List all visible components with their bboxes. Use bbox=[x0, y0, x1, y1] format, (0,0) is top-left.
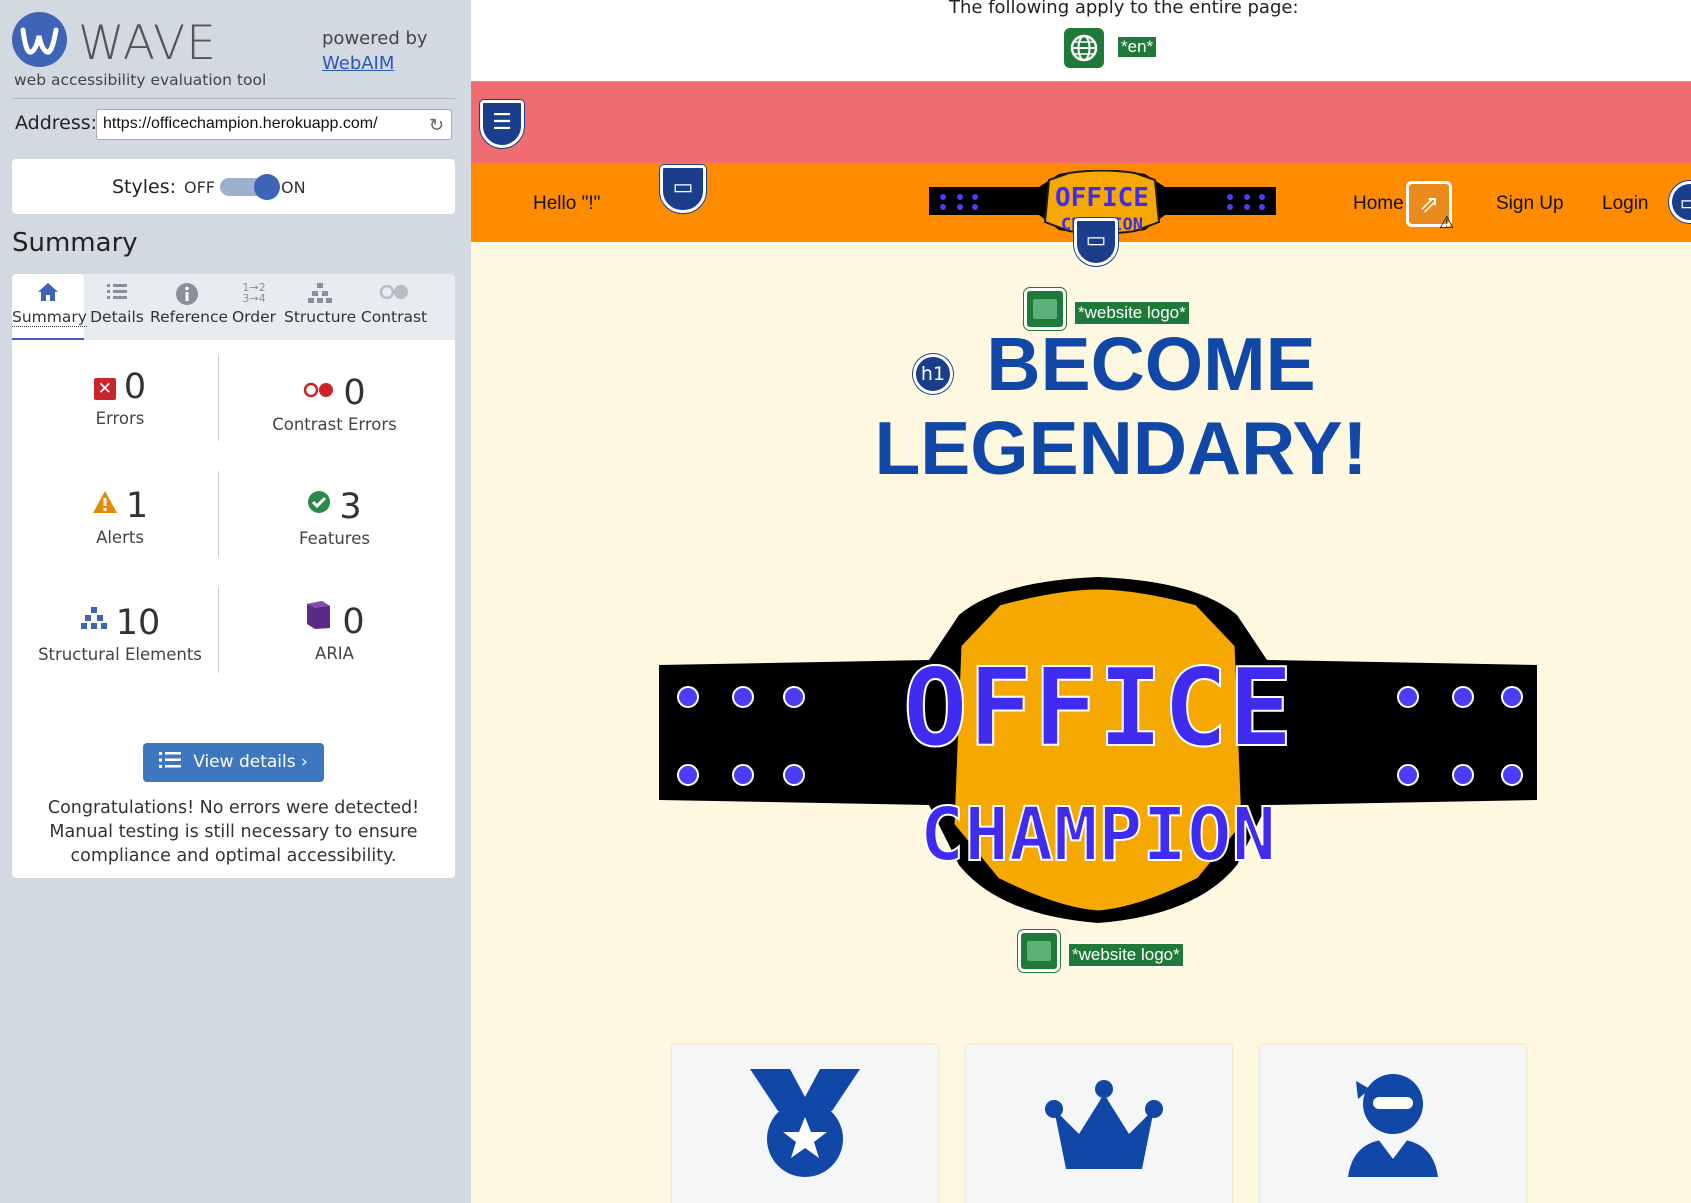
list-icon bbox=[86, 274, 148, 308]
tab-reference[interactable]: Reference bbox=[150, 274, 228, 340]
nav-home-link[interactable]: Home bbox=[1353, 193, 1404, 215]
tab-label: Reference bbox=[150, 308, 229, 326]
language-feature-icon[interactable] bbox=[1064, 28, 1104, 68]
hero-line-2: LEGENDARY! bbox=[874, 406, 1368, 490]
address-value: https://officechampion.herokuapp.com/ bbox=[103, 115, 378, 132]
contrast-errors-count: 0 bbox=[343, 373, 366, 413]
tab-label: Contrast bbox=[360, 308, 428, 326]
address-input[interactable]: https://officechampion.herokuapp.com/ ↻ bbox=[96, 109, 452, 140]
styles-toggle[interactable] bbox=[220, 174, 280, 200]
divider bbox=[218, 587, 219, 673]
tab-summary[interactable]: Summary bbox=[12, 274, 87, 340]
wave-logo-text: WAVE bbox=[78, 16, 217, 71]
styles-off-label: OFF bbox=[184, 178, 215, 197]
tab-label: Details bbox=[90, 308, 144, 326]
image-feature-icon[interactable] bbox=[1018, 930, 1060, 972]
wave-logo-icon bbox=[12, 12, 67, 67]
stat-features[interactable]: 3 Features bbox=[222, 483, 447, 548]
divider bbox=[12, 98, 455, 99]
features-count: 3 bbox=[339, 487, 362, 527]
tab-label: Summary bbox=[12, 308, 87, 327]
nav-hello: Hello "!" bbox=[533, 193, 601, 214]
stat-errors[interactable]: ✕ 0 Errors bbox=[20, 367, 220, 428]
alert-icon bbox=[92, 483, 118, 523]
aria-count: 0 bbox=[342, 602, 365, 642]
errors-count: 0 bbox=[123, 367, 147, 407]
contrast-errors-label: Contrast Errors bbox=[272, 415, 397, 434]
feature-card-crown[interactable] bbox=[966, 1045, 1232, 1203]
ninja-icon bbox=[1348, 1074, 1438, 1177]
page-level-annotations: The following apply to the entire page: … bbox=[471, 0, 1691, 82]
belt-text-top: OFFICE bbox=[903, 646, 1293, 771]
medal-icon bbox=[750, 1069, 860, 1177]
stat-contrast-errors[interactable]: 0 Contrast Errors bbox=[222, 367, 447, 434]
address-label: Address: bbox=[15, 112, 98, 134]
stat-alerts[interactable]: 1 Alerts bbox=[20, 483, 220, 547]
styles-panel: Styles: OFF ON bbox=[12, 159, 455, 214]
view-details-button[interactable]: View details › bbox=[143, 743, 324, 782]
reload-icon[interactable]: ↻ bbox=[429, 115, 444, 136]
aria-label: ARIA bbox=[315, 644, 354, 663]
logo-structure-icon[interactable]: ▭ bbox=[1074, 218, 1118, 266]
wave-tagline: web accessibility evaluation tool bbox=[14, 71, 267, 89]
errors-label: Errors bbox=[95, 409, 145, 428]
tab-structure[interactable]: Structure bbox=[284, 274, 356, 340]
list-icon bbox=[159, 745, 182, 784]
view-details-label: View details › bbox=[193, 752, 308, 772]
error-icon: ✕ bbox=[93, 378, 116, 400]
tab-details[interactable]: Details bbox=[86, 274, 148, 340]
tab-contrast[interactable]: Contrast bbox=[358, 274, 430, 340]
features-label: Features bbox=[299, 529, 370, 548]
hero-line-1: BECOME bbox=[986, 322, 1316, 406]
contrast-error-icon bbox=[303, 367, 335, 407]
page-header-region bbox=[471, 82, 1691, 163]
hero-logo-belt: OFFICE CHAMPION bbox=[659, 577, 1537, 923]
language-tag: *en* bbox=[1118, 37, 1157, 57]
congrats-message: Congratulations! No errors were detected… bbox=[47, 798, 420, 866]
page-note: The following apply to the entire page: bbox=[949, 0, 1299, 18]
feature-card-ninja[interactable] bbox=[1260, 1045, 1526, 1203]
feature-card-medal[interactable] bbox=[672, 1045, 938, 1203]
feature-icon bbox=[307, 483, 331, 523]
wave-sidebar: WAVE web accessibility evaluation tool p… bbox=[0, 0, 471, 1203]
tab-label: Structure bbox=[284, 308, 357, 326]
aria-icon bbox=[304, 599, 332, 639]
header-structure-icon[interactable]: ☰ bbox=[480, 100, 524, 148]
hero-heading: BECOME LEGENDARY! bbox=[771, 322, 1471, 490]
styles-label: Styles: bbox=[112, 176, 177, 198]
structure-icon bbox=[284, 274, 356, 308]
nav-login-link[interactable]: Login bbox=[1602, 193, 1649, 215]
order-icon: 1→2 3→4 bbox=[242, 281, 266, 305]
stat-structural[interactable]: 10 Structural Elements bbox=[20, 599, 220, 664]
stat-aria[interactable]: 0 ARIA bbox=[222, 599, 447, 663]
nav-structure-icon[interactable]: ▭ bbox=[660, 165, 706, 213]
belt-text-bottom: CHAMPION bbox=[920, 792, 1276, 878]
logo-text-top: OFFICE bbox=[1055, 183, 1149, 213]
alerts-count: 1 bbox=[125, 486, 149, 526]
styles-on-label: ON bbox=[281, 178, 306, 197]
alert-warning-icon: ⚠ bbox=[1439, 213, 1455, 233]
crown-icon bbox=[1045, 1080, 1163, 1169]
wave-tabs: Summary Details Reference 1→2 3→4 Order S… bbox=[12, 274, 455, 340]
powered-by-label: powered by bbox=[322, 28, 428, 49]
structure-icon bbox=[80, 599, 108, 639]
tab-label: Order bbox=[231, 308, 277, 326]
divider bbox=[218, 471, 219, 557]
logo-alt-tag: *website logo* bbox=[1068, 943, 1184, 967]
home-icon bbox=[12, 274, 84, 308]
contrast-icon bbox=[358, 274, 430, 308]
alerts-label: Alerts bbox=[96, 528, 144, 547]
info-icon bbox=[150, 274, 224, 308]
nav-signup-link[interactable]: Sign Up bbox=[1496, 193, 1564, 215]
evaluated-page: The following apply to the entire page: … bbox=[471, 0, 1691, 1203]
structural-label: Structural Elements bbox=[38, 645, 202, 664]
divider bbox=[218, 355, 219, 441]
summary-heading: Summary bbox=[12, 228, 138, 258]
tab-order[interactable]: 1→2 3→4 Order bbox=[226, 274, 282, 340]
toggle-knob bbox=[254, 174, 280, 200]
summary-stats-panel: ✕ 0 Errors 0 Contrast Errors 1 Alerts 3 F… bbox=[12, 340, 455, 878]
webaim-link[interactable]: WebAIM bbox=[322, 53, 394, 74]
structural-count: 10 bbox=[115, 603, 161, 643]
